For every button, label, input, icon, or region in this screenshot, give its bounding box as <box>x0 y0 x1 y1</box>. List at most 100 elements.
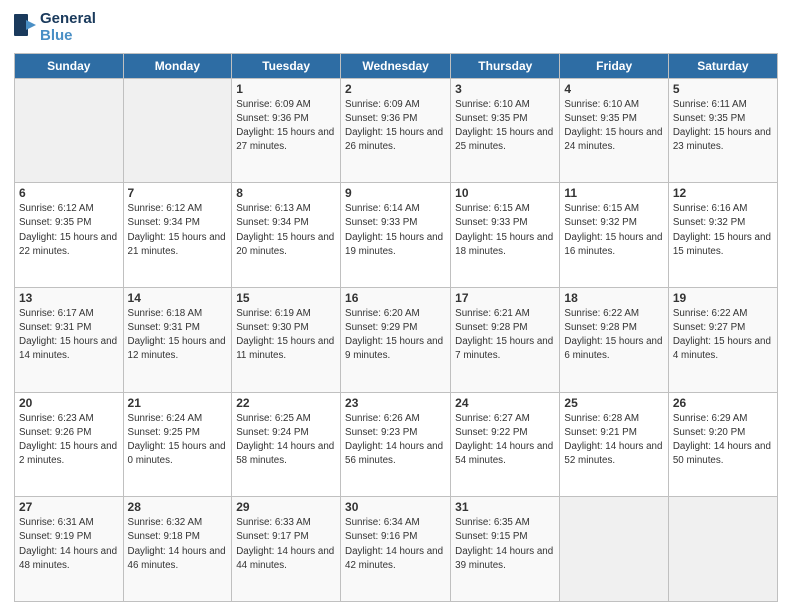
day-info: Sunrise: 6:10 AM Sunset: 9:35 PM Dayligh… <box>564 98 663 155</box>
day-info: Sunrise: 6:11 AM Sunset: 9:35 PM Dayligh… <box>673 98 773 155</box>
logo-container: General Blue <box>14 10 96 45</box>
calendar-table: SundayMondayTuesdayWednesdayThursdayFrid… <box>14 53 778 603</box>
calendar-cell: 29Sunrise: 6:33 AM Sunset: 9:17 PM Dayli… <box>232 497 341 602</box>
day-info: Sunrise: 6:12 AM Sunset: 9:34 PM Dayligh… <box>128 202 228 259</box>
calendar-cell: 11Sunrise: 6:15 AM Sunset: 9:32 PM Dayli… <box>560 183 668 288</box>
calendar-cell: 25 Sunrise: 6:28 AM Sunset: 9:21 PM Dayli… <box>560 392 668 497</box>
calendar-cell: 8 Sunrise: 6:13 AM Sunset: 9:34 PM Daylig… <box>232 183 341 288</box>
calendar-week-row: 6 Sunrise: 6:12 AM Sunset: 9:35 PM Daylig… <box>15 183 778 288</box>
day-number: 2 <box>345 82 446 96</box>
calendar-cell: 10 Sunrise: 6:15 AM Sunset: 9:33 PM Dayli… <box>451 183 560 288</box>
day-number: 7 <box>128 186 228 200</box>
day-number: 22 <box>236 396 336 410</box>
day-info: Sunrise: 6:15 AM Sunset: 9:32 PM Dayligh… <box>564 202 663 259</box>
page: General Blue SundayMondayTuesdayWednesda… <box>0 0 792 612</box>
day-number: 8 <box>236 186 336 200</box>
calendar-header-tuesday: Tuesday <box>232 53 341 78</box>
day-info: Sunrise: 6:35 AM Sunset: 9:15 PM Dayligh… <box>455 516 555 573</box>
calendar-cell: 14 Sunrise: 6:18 AM Sunset: 9:31 PM Dayli… <box>123 287 232 392</box>
calendar-header-monday: Monday <box>123 53 232 78</box>
calendar-cell: 7 Sunrise: 6:12 AM Sunset: 9:34 PM Daylig… <box>123 183 232 288</box>
day-number: 26 <box>673 396 773 410</box>
calendar-cell: 23Sunrise: 6:26 AM Sunset: 9:23 PM Dayli… <box>341 392 451 497</box>
header: General Blue <box>14 10 778 45</box>
day-info: Sunrise: 6:28 AM Sunset: 9:21 PM Dayligh… <box>564 412 663 469</box>
day-info: Sunrise: 6:24 AM Sunset: 9:25 PM Dayligh… <box>128 412 228 469</box>
calendar-header-friday: Friday <box>560 53 668 78</box>
calendar-cell: 30Sunrise: 6:34 AM Sunset: 9:16 PM Dayli… <box>341 497 451 602</box>
day-number: 19 <box>673 291 773 305</box>
day-number: 24 <box>455 396 555 410</box>
day-number: 18 <box>564 291 663 305</box>
day-number: 15 <box>236 291 336 305</box>
logo-blue: Blue <box>40 27 96 44</box>
calendar-header-wednesday: Wednesday <box>341 53 451 78</box>
day-info: Sunrise: 6:16 AM Sunset: 9:32 PM Dayligh… <box>673 202 773 259</box>
day-info: Sunrise: 6:14 AM Sunset: 9:33 PM Dayligh… <box>345 202 446 259</box>
calendar-cell: 27Sunrise: 6:31 AM Sunset: 9:19 PM Dayli… <box>15 497 124 602</box>
calendar-cell <box>123 78 232 183</box>
day-number: 16 <box>345 291 446 305</box>
calendar-cell: 26Sunrise: 6:29 AM Sunset: 9:20 PM Dayli… <box>668 392 777 497</box>
calendar-cell: 2 Sunrise: 6:09 AM Sunset: 9:36 PM Daylig… <box>341 78 451 183</box>
day-info: Sunrise: 6:09 AM Sunset: 9:36 PM Dayligh… <box>236 98 336 155</box>
logo: General Blue <box>14 10 96 45</box>
calendar-cell: 22 Sunrise: 6:25 AM Sunset: 9:24 PM Dayli… <box>232 392 341 497</box>
calendar-cell: 20 Sunrise: 6:23 AM Sunset: 9:26 PM Dayli… <box>15 392 124 497</box>
day-info: Sunrise: 6:21 AM Sunset: 9:28 PM Dayligh… <box>455 307 555 364</box>
calendar-cell: 5 Sunrise: 6:11 AM Sunset: 9:35 PM Daylig… <box>668 78 777 183</box>
calendar-cell: 4 Sunrise: 6:10 AM Sunset: 9:35 PM Daylig… <box>560 78 668 183</box>
calendar-cell: 9 Sunrise: 6:14 AM Sunset: 9:33 PM Daylig… <box>341 183 451 288</box>
day-number: 21 <box>128 396 228 410</box>
calendar-cell: 17Sunrise: 6:21 AM Sunset: 9:28 PM Dayli… <box>451 287 560 392</box>
logo-icon <box>14 14 36 41</box>
day-info: Sunrise: 6:10 AM Sunset: 9:35 PM Dayligh… <box>455 98 555 155</box>
day-number: 5 <box>673 82 773 96</box>
calendar-header-thursday: Thursday <box>451 53 560 78</box>
day-number: 10 <box>455 186 555 200</box>
day-number: 13 <box>19 291 119 305</box>
day-info: Sunrise: 6:13 AM Sunset: 9:34 PM Dayligh… <box>236 202 336 259</box>
day-info: Sunrise: 6:15 AM Sunset: 9:33 PM Dayligh… <box>455 202 555 259</box>
day-info: Sunrise: 6:32 AM Sunset: 9:18 PM Dayligh… <box>128 516 228 573</box>
day-number: 31 <box>455 500 555 514</box>
day-number: 4 <box>564 82 663 96</box>
day-number: 30 <box>345 500 446 514</box>
calendar-cell: 18Sunrise: 6:22 AM Sunset: 9:28 PM Dayli… <box>560 287 668 392</box>
day-info: Sunrise: 6:27 AM Sunset: 9:22 PM Dayligh… <box>455 412 555 469</box>
day-number: 14 <box>128 291 228 305</box>
day-info: Sunrise: 6:18 AM Sunset: 9:31 PM Dayligh… <box>128 307 228 364</box>
day-info: Sunrise: 6:12 AM Sunset: 9:35 PM Dayligh… <box>19 202 119 259</box>
calendar-header-saturday: Saturday <box>668 53 777 78</box>
calendar-cell: 24 Sunrise: 6:27 AM Sunset: 9:22 PM Dayli… <box>451 392 560 497</box>
day-number: 9 <box>345 186 446 200</box>
calendar-cell <box>15 78 124 183</box>
day-number: 6 <box>19 186 119 200</box>
logo-text: General Blue <box>40 10 96 45</box>
logo-general: General <box>40 10 96 27</box>
calendar-cell: 3Sunrise: 6:10 AM Sunset: 9:35 PM Daylig… <box>451 78 560 183</box>
calendar-cell: 19 Sunrise: 6:22 AM Sunset: 9:27 PM Dayli… <box>668 287 777 392</box>
day-info: Sunrise: 6:25 AM Sunset: 9:24 PM Dayligh… <box>236 412 336 469</box>
calendar-header-row: SundayMondayTuesdayWednesdayThursdayFrid… <box>15 53 778 78</box>
calendar-cell: 16 Sunrise: 6:20 AM Sunset: 9:29 PM Dayli… <box>341 287 451 392</box>
day-info: Sunrise: 6:09 AM Sunset: 9:36 PM Dayligh… <box>345 98 446 155</box>
day-number: 25 <box>564 396 663 410</box>
day-number: 20 <box>19 396 119 410</box>
calendar-cell: 13 Sunrise: 6:17 AM Sunset: 9:31 PM Dayli… <box>15 287 124 392</box>
day-number: 28 <box>128 500 228 514</box>
day-info: Sunrise: 6:33 AM Sunset: 9:17 PM Dayligh… <box>236 516 336 573</box>
day-number: 1 <box>236 82 336 96</box>
day-info: Sunrise: 6:19 AM Sunset: 9:30 PM Dayligh… <box>236 307 336 364</box>
calendar-week-row: 20 Sunrise: 6:23 AM Sunset: 9:26 PM Dayli… <box>15 392 778 497</box>
day-number: 27 <box>19 500 119 514</box>
calendar-cell: 21 Sunrise: 6:24 AM Sunset: 9:25 PM Dayli… <box>123 392 232 497</box>
calendar-week-row: 13 Sunrise: 6:17 AM Sunset: 9:31 PM Dayli… <box>15 287 778 392</box>
calendar-cell: 31 Sunrise: 6:35 AM Sunset: 9:15 PM Dayli… <box>451 497 560 602</box>
day-info: Sunrise: 6:17 AM Sunset: 9:31 PM Dayligh… <box>19 307 119 364</box>
day-info: Sunrise: 6:22 AM Sunset: 9:27 PM Dayligh… <box>673 307 773 364</box>
day-info: Sunrise: 6:23 AM Sunset: 9:26 PM Dayligh… <box>19 412 119 469</box>
day-info: Sunrise: 6:20 AM Sunset: 9:29 PM Dayligh… <box>345 307 446 364</box>
calendar-cell: 12Sunrise: 6:16 AM Sunset: 9:32 PM Dayli… <box>668 183 777 288</box>
day-info: Sunrise: 6:26 AM Sunset: 9:23 PM Dayligh… <box>345 412 446 469</box>
